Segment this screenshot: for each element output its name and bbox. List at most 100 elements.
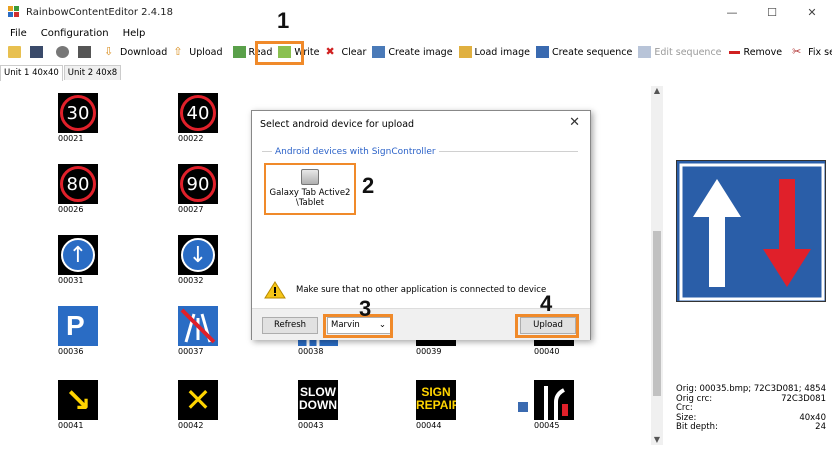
speed-value: 30 — [60, 95, 96, 131]
sign-code: 00042 — [178, 421, 204, 430]
minimize-button[interactable]: — — [712, 0, 752, 24]
read-icon — [232, 46, 246, 58]
yellow-arrow-sign-icon: ↘ — [58, 380, 98, 420]
sign-code: 00021 — [58, 134, 84, 143]
menu-configuration[interactable]: Configuration — [41, 28, 109, 39]
speed-limit-sign-icon: 90 — [178, 164, 218, 204]
folder-icon — [8, 46, 21, 58]
arrow-up-sign-icon: ↑ — [58, 235, 98, 275]
tools-icon: ✂ — [792, 45, 802, 58]
scroll-up-icon[interactable]: ▲ — [651, 86, 663, 96]
sign-code: 00038 — [298, 347, 324, 356]
motorway-end-sign-icon — [178, 306, 218, 346]
maximize-button[interactable]: ☐ — [752, 0, 792, 24]
grid-scrollbar[interactable]: ▲ ▼ — [651, 86, 663, 445]
image-info: Orig: 00035.bmp; 72C3D081; 4854 Orig crc:… — [676, 384, 826, 433]
create-sequence-button[interactable]: Create sequence — [535, 43, 632, 61]
sign-cell[interactable]: SIGN REPAIR 00044 — [416, 380, 516, 430]
device-type: \Tablet — [295, 198, 325, 208]
sequence-icon — [535, 46, 549, 58]
create-image-button[interactable]: Create image — [372, 43, 453, 61]
sign-cell[interactable]: ↘ 00041 — [58, 380, 158, 430]
unit-tabs: Unit 1 40x40 Unit 2 40x8 — [0, 65, 122, 81]
text-sign-icon: SIGN REPAIR — [416, 380, 456, 420]
save-icon — [30, 46, 43, 58]
sign-cell[interactable]: 00045 — [518, 380, 634, 430]
print-button[interactable] — [78, 43, 94, 61]
refresh-button[interactable]: Refresh — [262, 317, 318, 334]
clear-button[interactable]: ✖ Clear — [326, 43, 367, 61]
warning-row: Make sure that no other application is c… — [264, 281, 546, 299]
select-highlight — [323, 314, 393, 338]
menu-bar: File Configuration Help — [0, 25, 159, 41]
device-tile[interactable]: Galaxy Tab Active2 \Tablet — [264, 163, 356, 215]
warning-icon — [264, 281, 286, 299]
upload-button[interactable]: ⇧ Upload — [173, 43, 222, 61]
sign-code: 00040 — [534, 347, 560, 356]
scroll-thumb[interactable] — [653, 231, 661, 396]
priority-sign-icon — [679, 163, 825, 301]
callout-1: 1 — [277, 8, 290, 33]
load-image-label: Load image — [474, 46, 530, 58]
sign-text: SLOW DOWN — [299, 385, 337, 412]
edit-sequence-icon — [638, 46, 652, 58]
sign-code: 00044 — [416, 421, 442, 430]
fix-selected-label: Fix selected — [808, 46, 832, 58]
sign-preview — [676, 160, 826, 302]
parking-sign-icon: P — [58, 306, 98, 346]
close-window-button[interactable]: ✕ — [792, 0, 832, 24]
load-image-button[interactable]: Load image — [458, 43, 530, 61]
title-bar: RainbowContentEditor 2.4.18 — ☐ ✕ — [0, 0, 832, 24]
app-window: RainbowContentEditor 2.4.18 — ☐ ✕ File C… — [0, 0, 832, 450]
sign-code: 00031 — [58, 276, 84, 285]
tab-unit-2[interactable]: Unit 2 40x8 — [63, 65, 122, 80]
callout-4: 4 — [540, 291, 553, 316]
upload-label: Upload — [189, 46, 223, 58]
open-folder-button[interactable] — [8, 43, 24, 61]
callout-3: 3 — [359, 296, 372, 321]
tab-unit-1[interactable]: Unit 1 40x40 — [0, 65, 63, 81]
sign-cell[interactable]: SLOW DOWN 00043 — [298, 380, 398, 430]
sequence-icon — [518, 402, 528, 412]
text-sign-icon: SLOW DOWN — [298, 380, 338, 420]
remove-button[interactable]: Remove — [728, 43, 782, 61]
device-group-label: Android devices with SignController — [272, 147, 439, 157]
sign-cell[interactable]: ✕ 00042 — [178, 380, 278, 430]
arrow-down-sign-icon: ↓ — [178, 235, 218, 275]
bit-depth-label: Bit depth: — [676, 422, 718, 432]
sign-cell[interactable]: 80 00026 — [58, 164, 158, 214]
sign-cell[interactable]: 30 00021 — [58, 93, 158, 143]
toolbar: ⇩ Download ⇧ Upload Read Write ✖ Clear Crea… — [0, 42, 832, 62]
lane-sign-icon — [534, 380, 574, 420]
sign-cell[interactable]: ↑ 00031 — [58, 235, 158, 285]
edit-sequence-button[interactable]: Edit sequence — [638, 43, 722, 61]
dialog-close-button[interactable]: ✕ — [569, 115, 580, 130]
device-name: Galaxy Tab Active2 — [269, 188, 351, 198]
clear-label: Clear — [341, 46, 367, 58]
sign-cell[interactable]: P 00036 — [58, 306, 158, 356]
sign-glyph: ↘ — [64, 381, 92, 419]
red-x-icon: ✖ — [325, 45, 335, 58]
save-button[interactable] — [30, 43, 46, 61]
minus-icon — [728, 46, 741, 58]
speed-limit-sign-icon: 30 — [58, 93, 98, 133]
speed-value: 40 — [180, 95, 216, 131]
download-button[interactable]: ⇩ Download — [104, 43, 167, 61]
menu-help[interactable]: Help — [123, 28, 146, 39]
motorway-end-icon — [180, 308, 216, 344]
sign-code: 00041 — [58, 421, 84, 430]
sign-code: 00039 — [416, 347, 442, 356]
fix-selected-button[interactable]: ✂Fix selected▾ — [792, 43, 832, 61]
arrow-glyph: ↑ — [61, 238, 95, 272]
callout-2: 2 — [362, 173, 375, 198]
sign-code: 00037 — [178, 347, 204, 356]
preview-button[interactable] — [56, 43, 72, 61]
dialog-title: Select android device for upload — [260, 119, 415, 130]
app-logo-icon — [8, 6, 20, 18]
menu-file[interactable]: File — [10, 28, 27, 39]
scroll-down-icon[interactable]: ▼ — [651, 435, 663, 445]
sign-code: 00045 — [534, 421, 560, 430]
speed-limit-sign-icon: 80 — [58, 164, 98, 204]
download-icon: ⇩ — [104, 45, 114, 58]
speed-limit-sign-icon: 40 — [178, 93, 218, 133]
